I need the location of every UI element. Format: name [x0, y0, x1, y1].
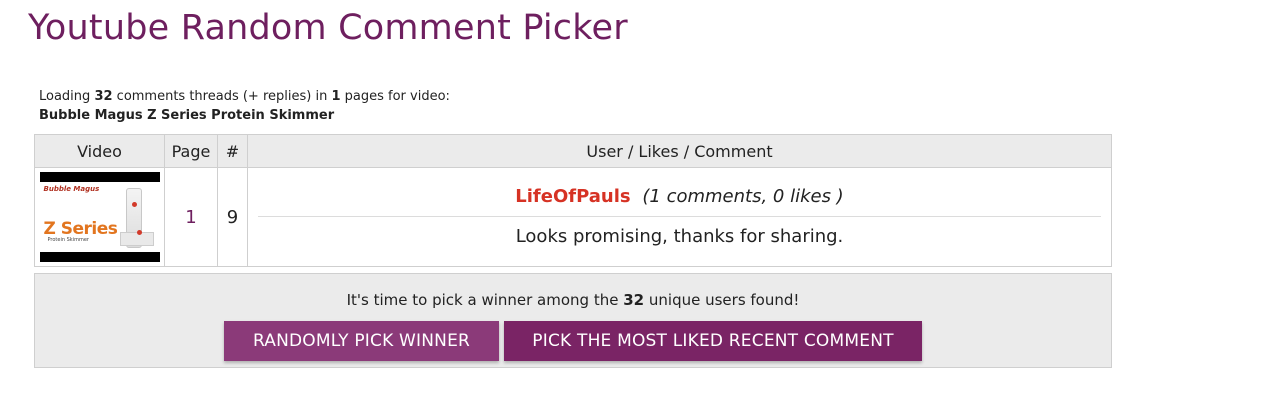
user-stats: (1 comments, 0 likes ) [642, 185, 844, 207]
most-liked-button[interactable]: PICK THE MOST LIKED RECENT COMMENT [504, 321, 922, 361]
pick-message-suffix: unique users found! [648, 291, 800, 309]
page-cell: 1 [164, 167, 218, 267]
video-cell: Bubble Magus Z Series Protein Skimmer [34, 167, 165, 267]
page-title: Youtube Random Comment Picker [28, 8, 628, 48]
pick-message-prefix: It's time to pick a winner among the [346, 291, 619, 309]
col-header-video: Video [34, 134, 165, 168]
pick-winner-panel: It's time to pick a winner among the 32 … [34, 273, 1112, 368]
page-count: 1 [331, 89, 341, 104]
thumbnail-subtitle: Protein Skimmer [47, 237, 89, 243]
col-header-comment: User / Likes / Comment [247, 134, 1112, 168]
index-cell: 9 [217, 167, 248, 267]
col-header-page: Page [164, 134, 218, 168]
comment-count: 32 [94, 89, 113, 104]
loading-middle: comments threads (+ replies) in [116, 89, 328, 104]
results-table: Video Page # User / Likes / Comment Bubb… [34, 134, 1112, 267]
comment-text: Looks promising, thanks for sharing. [515, 225, 844, 247]
user-line: LifeOfPauls (1 comments, 0 likes ) [258, 176, 1101, 217]
comment-cell: LifeOfPauls (1 comments, 0 likes ) Looks… [247, 167, 1112, 267]
pick-message: It's time to pick a winner among the 32 … [35, 291, 1111, 309]
thumbnail-logo: Bubble Magus [43, 185, 100, 193]
thumbnail-title: Z Series [43, 219, 118, 239]
loading-line: Loading 32 comments threads (+ replies) … [39, 87, 450, 106]
page-number: 1 [185, 206, 197, 228]
unique-user-count: 32 [623, 291, 645, 309]
table-header-row: Video Page # User / Likes / Comment [34, 134, 1112, 168]
video-title: Bubble Magus Z Series Protein Skimmer [39, 108, 335, 123]
video-thumbnail[interactable]: Bubble Magus Z Series Protein Skimmer [39, 172, 160, 262]
user-name[interactable]: LifeOfPauls [515, 186, 630, 207]
table-row: Bubble Magus Z Series Protein Skimmer 1 … [34, 167, 1112, 267]
loading-prefix: Loading [39, 89, 91, 104]
comment-index: 9 [226, 206, 239, 228]
random-pick-button[interactable]: RANDOMLY PICK WINNER [224, 321, 499, 361]
col-header-index: # [217, 134, 248, 168]
loading-status: Loading 32 comments threads (+ replies) … [39, 87, 450, 125]
skimmer-base-image [119, 232, 154, 246]
loading-suffix: pages for video: [344, 89, 450, 104]
